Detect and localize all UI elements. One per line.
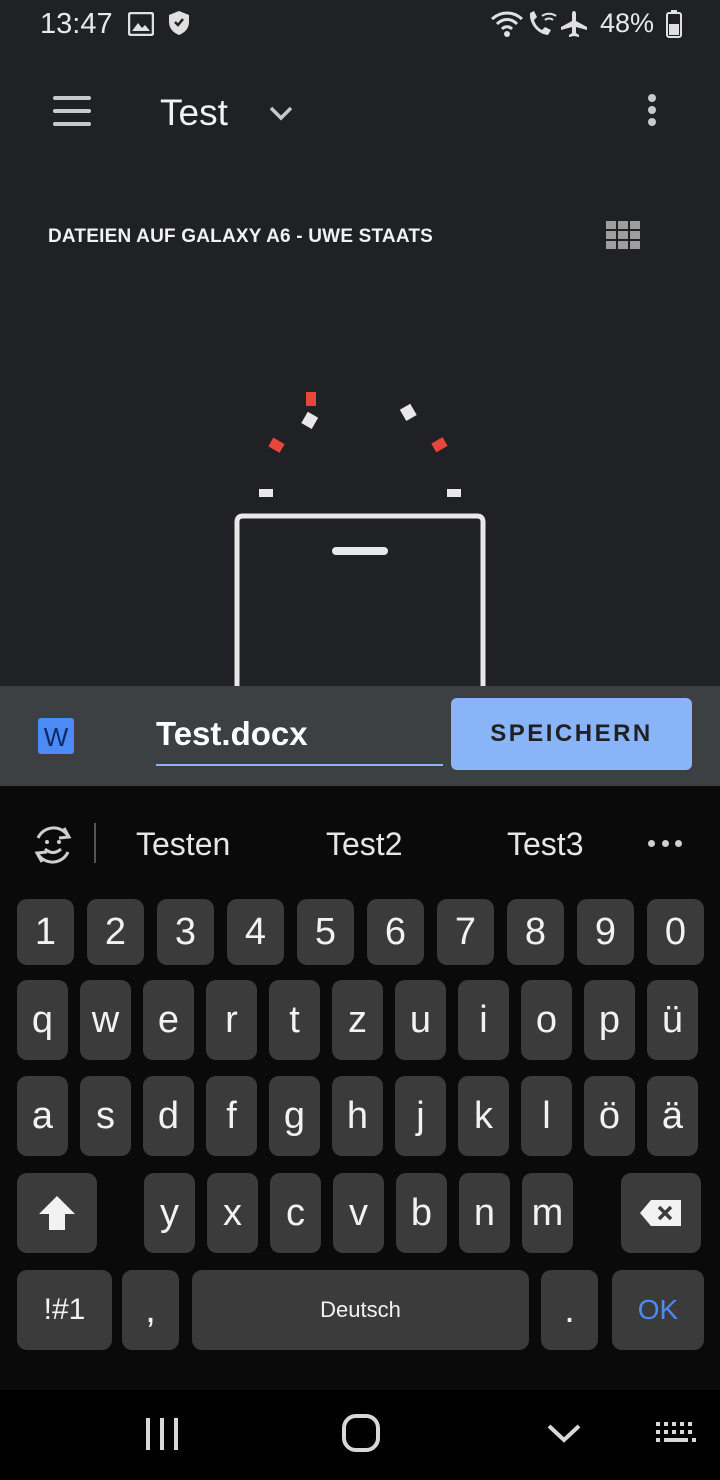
keyboard: Testen Test2 Test3 1 2 3 4 5 6 7 8 9 0 q…	[0, 786, 720, 1390]
chevron-down-icon[interactable]	[266, 98, 296, 128]
save-bar: W SPEICHERN	[0, 686, 720, 786]
hide-keyboard-icon[interactable]	[544, 1412, 584, 1456]
app-screen: 13:47 48% Test DATEIEN AUF GALAXY A6 - U…	[0, 0, 720, 686]
toolbar: Test	[0, 70, 720, 156]
wifi-icon	[491, 11, 523, 37]
home-icon[interactable]	[340, 1412, 384, 1456]
key-9[interactable]: 9	[577, 899, 634, 965]
key-ae[interactable]: ä	[647, 1076, 698, 1156]
key-2[interactable]: 2	[87, 899, 144, 965]
image-icon	[128, 12, 154, 36]
emoji-sync-icon[interactable]	[30, 822, 76, 868]
key-1[interactable]: 1	[17, 899, 74, 965]
key-q[interactable]: q	[17, 980, 68, 1060]
key-oe[interactable]: ö	[584, 1076, 635, 1156]
status-time: 13:47	[40, 8, 113, 40]
key-b[interactable]: b	[396, 1173, 447, 1253]
key-t[interactable]: t	[269, 980, 320, 1060]
period-key[interactable]: .	[541, 1270, 598, 1350]
symbols-key[interactable]: !#1	[17, 1270, 112, 1350]
word-app-icon: W	[38, 718, 74, 754]
key-m[interactable]: m	[522, 1173, 573, 1253]
key-s[interactable]: s	[80, 1076, 131, 1156]
key-3[interactable]: 3	[157, 899, 214, 965]
airplane-icon	[561, 11, 587, 37]
battery-icon	[666, 10, 682, 38]
suggestion-1[interactable]: Testen	[136, 826, 230, 863]
key-i[interactable]: i	[458, 980, 509, 1060]
key-u[interactable]: u	[395, 980, 446, 1060]
key-c[interactable]: c	[270, 1173, 321, 1253]
key-k[interactable]: k	[458, 1076, 509, 1156]
key-v[interactable]: v	[333, 1173, 384, 1253]
key-w[interactable]: w	[80, 980, 131, 1060]
menu-icon[interactable]	[50, 96, 94, 130]
suggestion-2[interactable]: Test2	[326, 826, 402, 863]
key-r[interactable]: r	[206, 980, 257, 1060]
phone-illustration	[234, 392, 486, 686]
shift-icon	[39, 1196, 75, 1230]
key-x[interactable]: x	[207, 1173, 258, 1253]
section-header: DATEIEN AUF GALAXY A6 - UWE STAATS	[48, 226, 434, 247]
keyboard-switch-icon[interactable]	[652, 1412, 700, 1456]
suggestion-bar: Testen Test2 Test3	[0, 786, 720, 896]
key-4[interactable]: 4	[227, 899, 284, 965]
key-a[interactable]: a	[17, 1076, 68, 1156]
key-d[interactable]: d	[143, 1076, 194, 1156]
key-z[interactable]: z	[332, 980, 383, 1060]
more-vert-icon[interactable]	[638, 94, 666, 134]
key-8[interactable]: 8	[507, 899, 564, 965]
key-l[interactable]: l	[521, 1076, 572, 1156]
key-e[interactable]: e	[143, 980, 194, 1060]
key-0[interactable]: 0	[647, 899, 704, 965]
space-key[interactable]: Deutsch	[192, 1270, 529, 1350]
grid-view-icon[interactable]	[606, 221, 642, 249]
backspace-icon	[640, 1200, 681, 1226]
suggestion-divider	[94, 823, 96, 863]
recent-apps-icon[interactable]	[142, 1412, 182, 1456]
battery-percent: 48%	[600, 8, 655, 38]
key-o[interactable]: o	[521, 980, 572, 1060]
more-horiz-icon[interactable]	[648, 840, 682, 848]
key-6[interactable]: 6	[367, 899, 424, 965]
key-g[interactable]: g	[269, 1076, 320, 1156]
wifi-call-icon	[529, 11, 557, 35]
key-h[interactable]: h	[332, 1076, 383, 1156]
key-7[interactable]: 7	[437, 899, 494, 965]
key-5[interactable]: 5	[297, 899, 354, 965]
key-p[interactable]: p	[584, 980, 635, 1060]
key-j[interactable]: j	[395, 1076, 446, 1156]
key-f[interactable]: f	[206, 1076, 257, 1156]
save-button[interactable]: SPEICHERN	[451, 698, 692, 770]
key-y[interactable]: y	[144, 1173, 195, 1253]
key-n[interactable]: n	[459, 1173, 510, 1253]
document-title[interactable]: Test	[160, 92, 228, 134]
backspace-key[interactable]	[621, 1173, 701, 1253]
comma-key[interactable]: ,	[122, 1270, 179, 1350]
shift-key[interactable]	[17, 1173, 97, 1253]
ok-key[interactable]: OK	[612, 1270, 704, 1350]
suggestion-3[interactable]: Test3	[507, 826, 583, 863]
key-ue[interactable]: ü	[647, 980, 698, 1060]
shield-icon	[169, 11, 189, 35]
status-bar: 13:47 48%	[0, 0, 720, 50]
navigation-bar	[0, 1390, 720, 1480]
filename-input[interactable]	[156, 704, 443, 766]
